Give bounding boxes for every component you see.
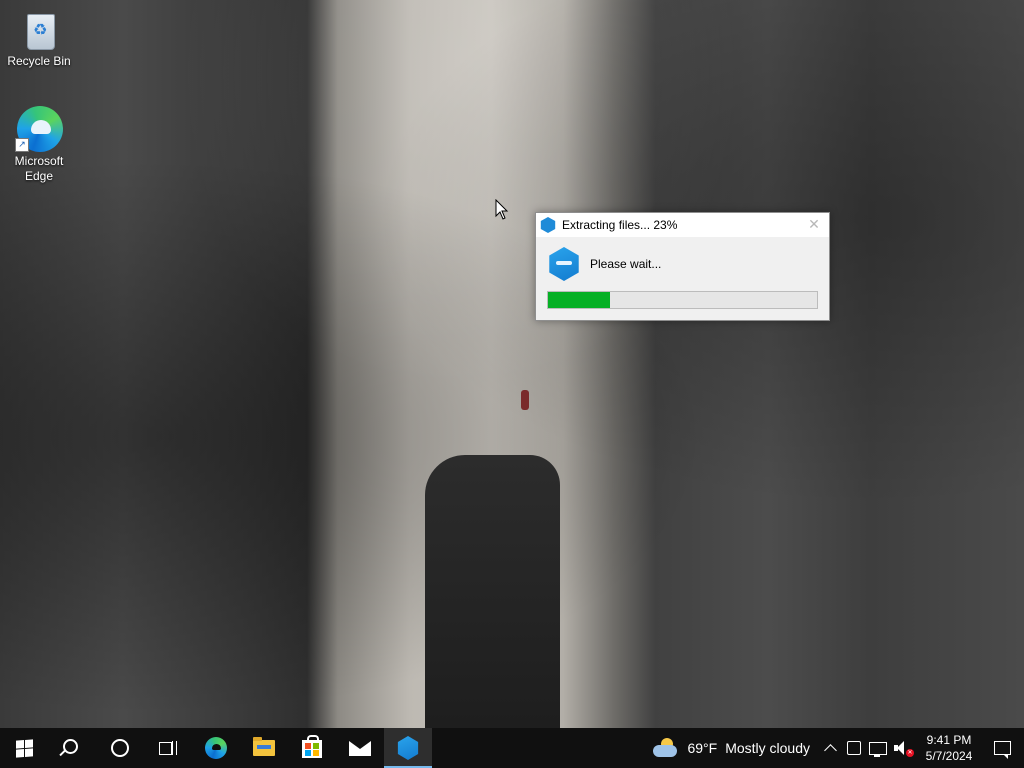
dialog-title: Extracting files... 23% <box>562 218 678 232</box>
meet-now-button[interactable] <box>842 728 866 768</box>
weather-temperature: 69°F <box>687 740 718 756</box>
desktop-icon-recycle-bin[interactable]: Recycle Bin <box>4 8 74 69</box>
clock[interactable]: 9:41 PM 5/7/2024 <box>918 732 980 764</box>
clock-date: 5/7/2024 <box>925 749 973 763</box>
installer-app-icon <box>397 736 419 760</box>
shortcut-arrow-icon: ↗ <box>15 138 29 152</box>
edge-icon <box>205 737 227 759</box>
clock-time: 9:41 PM <box>926 733 972 747</box>
cortana-button[interactable] <box>96 728 144 768</box>
task-view-icon <box>159 741 177 755</box>
camera-icon <box>847 741 861 755</box>
system-tray: 69°F Mostly cloudy ✕ 9:41 PM 5/7/2024 <box>653 728 1024 768</box>
taskbar-app-edge[interactable] <box>192 728 240 768</box>
search-icon <box>62 738 78 754</box>
mail-icon <box>349 740 371 756</box>
desktop-icon-label-line1: Microsoft <box>14 154 64 168</box>
taskbar: 69°F Mostly cloudy ✕ 9:41 PM 5/7/2024 <box>0 728 1024 768</box>
folder-icon <box>253 737 275 756</box>
wallpaper-climber <box>521 390 529 410</box>
installer-logo-icon <box>549 247 579 281</box>
installer-app-icon <box>540 217 556 233</box>
store-icon <box>302 735 322 758</box>
partly-cloudy-icon <box>653 738 679 758</box>
progress-bar-fill <box>548 292 610 308</box>
desktop-icon-microsoft-edge[interactable]: ↗ Microsoft Edge <box>4 104 74 184</box>
dialog-titlebar[interactable]: Extracting files... 23% ✕ <box>536 213 829 237</box>
weather-widget[interactable]: 69°F Mostly cloudy <box>653 738 810 758</box>
taskbar-app-file-explorer[interactable] <box>240 728 288 768</box>
close-button[interactable]: ✕ <box>799 213 829 237</box>
weather-condition: Mostly cloudy <box>725 740 810 756</box>
task-view-button[interactable] <box>144 728 192 768</box>
show-hidden-icons-button[interactable] <box>818 728 842 768</box>
volume-button[interactable]: ✕ <box>890 728 914 768</box>
windows-logo-icon <box>15 738 33 758</box>
search-button[interactable] <box>48 728 96 768</box>
desktop-wallpaper <box>0 0 1024 728</box>
dialog-body: Please wait... <box>536 237 829 281</box>
volume-muted-icon: ✕ <box>894 741 914 757</box>
notifications-button[interactable] <box>980 728 1024 768</box>
desktop-icon-label-line2: Edge <box>24 169 54 183</box>
progress-bar <box>547 291 818 309</box>
dialog-message: Please wait... <box>590 257 662 271</box>
chevron-up-icon <box>823 744 837 757</box>
wallpaper-rock-pillar <box>425 455 560 728</box>
taskbar-app-mail[interactable] <box>336 728 384 768</box>
cortana-icon <box>111 739 129 757</box>
edge-icon: ↗ <box>15 104 63 152</box>
network-button[interactable] <box>866 728 890 768</box>
recycle-bin-icon <box>19 8 59 52</box>
notification-icon <box>993 741 1011 759</box>
desktop-icon-label: Recycle Bin <box>7 54 71 68</box>
extracting-files-dialog: Extracting files... 23% ✕ Please wait... <box>535 212 830 321</box>
taskbar-app-store[interactable] <box>288 728 336 768</box>
start-button[interactable] <box>0 728 48 768</box>
network-icon <box>869 741 887 757</box>
taskbar-app-installer[interactable] <box>384 728 432 768</box>
